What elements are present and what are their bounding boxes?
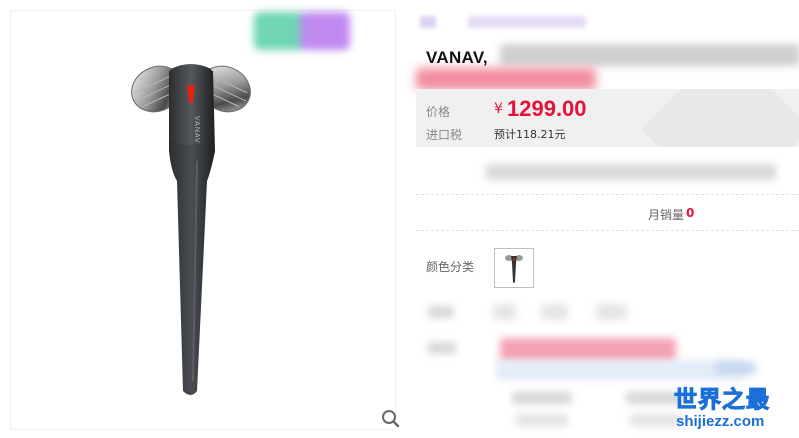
- blurred-option[interactable]: [542, 304, 568, 320]
- blurred-option[interactable]: [494, 304, 516, 320]
- promo-line: [416, 160, 799, 186]
- watermark-url: shijiezz.com: [676, 413, 765, 430]
- swatch-thumbnail-icon: [505, 255, 523, 283]
- currency-symbol: ¥: [494, 101, 503, 117]
- price-box: 价格 ¥ 1299.00 进口税 预计118.21元: [416, 89, 799, 147]
- blurred-link[interactable]: [716, 362, 756, 374]
- tax-label: 进口税: [426, 128, 463, 142]
- site-watermark: 世界之最 shijiezz.com: [670, 380, 796, 436]
- tax-value: 预计118.21元: [494, 128, 566, 141]
- zoom-button[interactable]: [377, 405, 405, 433]
- monthly-sales-label: 月销量: [648, 208, 685, 222]
- color-swatch[interactable]: [494, 248, 534, 288]
- brand-row: VANAV,: [416, 12, 799, 90]
- price-value: 1299.00: [507, 96, 587, 121]
- buy-button[interactable]: [500, 338, 676, 362]
- monthly-sales-value: 0: [686, 206, 695, 220]
- blurred-text: [512, 392, 572, 404]
- search-icon: [382, 410, 400, 428]
- watermark-name: 世界之最: [674, 387, 770, 414]
- divider: [416, 230, 799, 231]
- blurred-option[interactable]: [596, 304, 626, 320]
- monthly-sales: 月销量 0: [416, 205, 799, 223]
- blurred-label: [428, 306, 454, 318]
- price-label: 价格: [426, 105, 451, 119]
- svg-text:VANAV: VANAV: [193, 116, 200, 144]
- product-image[interactable]: VANAV: [11, 11, 397, 431]
- product-title: VANAV,: [426, 48, 488, 67]
- blurred-label: [428, 342, 456, 354]
- color-option-row: 颜色分类: [416, 244, 799, 292]
- promo-banner: [250, 8, 354, 52]
- divider: [416, 194, 799, 195]
- blurred-notice: [496, 360, 746, 380]
- product-info: VANAV, 价格 ¥ 1299.00 进口税 预计118.21元 月销量 0 …: [416, 0, 799, 438]
- product-gallery: VANAV: [10, 10, 400, 431]
- color-label: 颜色分类: [426, 260, 475, 274]
- blurred-text: [516, 414, 568, 426]
